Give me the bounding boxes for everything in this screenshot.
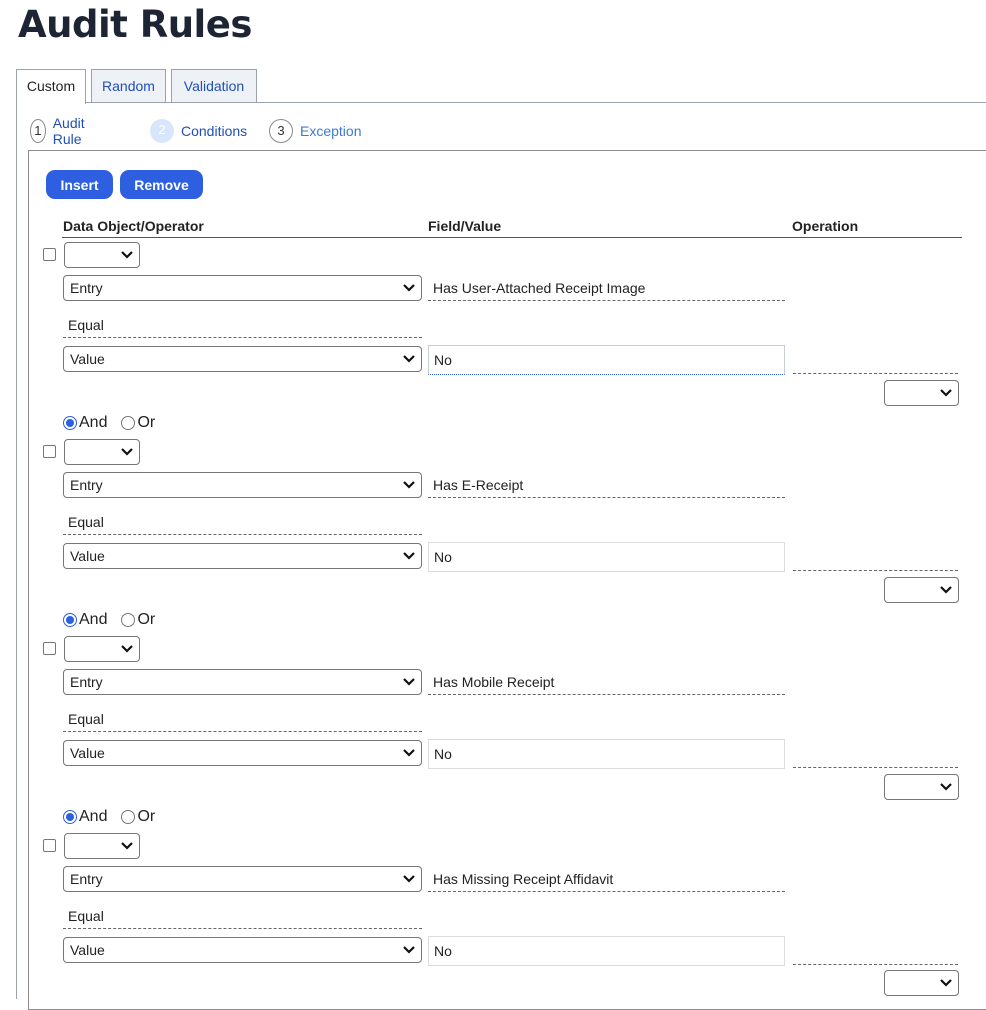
- chevron-down-icon: [121, 842, 133, 850]
- remove-button[interactable]: Remove: [120, 170, 203, 199]
- insert-button[interactable]: Insert: [46, 170, 113, 199]
- and-radio[interactable]: [63, 613, 77, 627]
- step-number-2: 2: [150, 119, 174, 143]
- step-label-audit-rule: Audit Rule: [52, 115, 85, 147]
- chevron-down-icon: [121, 251, 133, 259]
- value-type-select-value: Value: [70, 745, 105, 761]
- value-input[interactable]: No: [428, 542, 785, 572]
- operation-field[interactable]: [793, 767, 958, 768]
- chevron-down-icon: [121, 448, 133, 456]
- value-type-select-value: Value: [70, 942, 105, 958]
- chevron-down-icon: [403, 481, 415, 489]
- chevron-down-icon: [940, 389, 952, 397]
- data-object-select-value: Entry: [70, 477, 103, 493]
- or-radio[interactable]: [121, 810, 136, 824]
- paren-select[interactable]: [64, 242, 140, 268]
- or-label: Or: [137, 808, 156, 825]
- tab-random[interactable]: Random: [91, 69, 166, 103]
- value-type-select[interactable]: Value: [63, 937, 422, 963]
- operation-field[interactable]: [793, 570, 958, 571]
- step-exception[interactable]: 3 Exception: [269, 119, 361, 143]
- and-or-group: And Or: [63, 610, 155, 630]
- operator-text[interactable]: Equal: [63, 312, 422, 338]
- value-input[interactable]: No: [428, 936, 785, 966]
- field-name[interactable]: Has E-Receipt: [428, 472, 785, 498]
- chevron-down-icon: [403, 678, 415, 686]
- chevron-down-icon: [940, 979, 952, 987]
- and-label: And: [79, 611, 108, 628]
- chevron-down-icon: [403, 355, 415, 363]
- operation-field[interactable]: [793, 964, 958, 965]
- or-radio[interactable]: [121, 416, 136, 430]
- step-number-3: 3: [269, 119, 293, 143]
- step-number-1: 1: [30, 119, 46, 143]
- chevron-down-icon: [403, 552, 415, 560]
- step-conditions[interactable]: 2 Conditions: [150, 119, 247, 143]
- operator-text[interactable]: Equal: [63, 706, 422, 732]
- data-object-select[interactable]: Entry: [63, 669, 422, 695]
- chevron-down-icon: [403, 875, 415, 883]
- column-header-operation: Operation: [792, 218, 859, 234]
- and-label: And: [79, 414, 108, 431]
- step-label-conditions: Conditions: [181, 123, 248, 139]
- data-object-select[interactable]: Entry: [63, 866, 422, 892]
- page-title: Audit Rules: [18, 3, 252, 46]
- operation-select[interactable]: [884, 774, 959, 800]
- value-type-select[interactable]: Value: [63, 346, 422, 372]
- or-label: Or: [137, 414, 156, 431]
- operation-field[interactable]: [793, 373, 958, 374]
- paren-select[interactable]: [64, 439, 140, 465]
- value-input[interactable]: No: [428, 345, 785, 375]
- value-type-select[interactable]: Value: [63, 543, 422, 569]
- chevron-down-icon: [121, 645, 133, 653]
- operator-text[interactable]: Equal: [63, 509, 422, 535]
- tab-custom[interactable]: Custom: [16, 69, 86, 104]
- tab-validation[interactable]: Validation: [171, 69, 257, 103]
- value-type-select-value: Value: [70, 351, 105, 367]
- operation-select[interactable]: [884, 577, 959, 603]
- data-object-select-value: Entry: [70, 871, 103, 887]
- chevron-down-icon: [403, 284, 415, 292]
- paren-select[interactable]: [64, 833, 140, 859]
- or-radio[interactable]: [121, 613, 136, 627]
- data-object-select[interactable]: Entry: [63, 275, 422, 301]
- chevron-down-icon: [403, 749, 415, 757]
- condition-checkbox[interactable]: [43, 839, 56, 852]
- step-label-exception: Exception: [300, 123, 362, 139]
- condition-checkbox[interactable]: [43, 642, 56, 655]
- and-radio[interactable]: [63, 810, 77, 824]
- field-name[interactable]: Has Missing Receipt Affidavit: [428, 866, 785, 892]
- and-or-group: And Or: [63, 807, 155, 827]
- operation-select[interactable]: [884, 970, 959, 996]
- tab-divider: [16, 102, 986, 103]
- value-type-select-value: Value: [70, 548, 105, 564]
- chevron-down-icon: [403, 946, 415, 954]
- or-label: Or: [137, 611, 156, 628]
- chevron-down-icon: [940, 586, 952, 594]
- tab-panel-border: [16, 102, 17, 999]
- condition-checkbox[interactable]: [43, 445, 56, 458]
- header-divider: [62, 237, 962, 238]
- and-label: And: [79, 808, 108, 825]
- value-input[interactable]: No: [428, 739, 785, 769]
- paren-select[interactable]: [64, 636, 140, 662]
- chevron-down-icon: [940, 783, 952, 791]
- step-audit-rule[interactable]: 1 Audit Rule: [30, 115, 93, 147]
- column-header-field-value: Field/Value: [428, 218, 502, 234]
- data-object-select-value: Entry: [70, 674, 103, 690]
- column-header-data-object: Data Object/Operator: [63, 218, 204, 234]
- and-or-group: And Or: [63, 413, 155, 433]
- field-name[interactable]: Has User-Attached Receipt Image: [428, 275, 785, 301]
- value-type-select[interactable]: Value: [63, 740, 422, 766]
- condition-checkbox[interactable]: [43, 248, 56, 261]
- data-object-select-value: Entry: [70, 280, 103, 296]
- operation-select[interactable]: [884, 380, 959, 406]
- operator-text[interactable]: Equal: [63, 903, 422, 929]
- and-radio[interactable]: [63, 416, 77, 430]
- data-object-select[interactable]: Entry: [63, 472, 422, 498]
- field-name[interactable]: Has Mobile Receipt: [428, 669, 785, 695]
